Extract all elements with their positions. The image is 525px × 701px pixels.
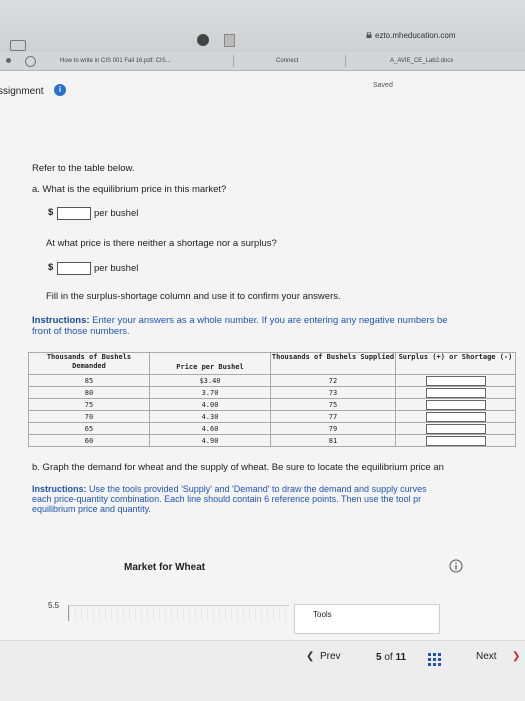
extension-icon[interactable] xyxy=(224,34,235,47)
graph-plot-area[interactable] xyxy=(68,605,289,621)
page-title: ssignment xyxy=(0,86,44,97)
address-bar-url[interactable]: ezto.mheducation.com xyxy=(375,31,456,40)
surplus-cell xyxy=(395,410,516,423)
part-b-instructions-line-2: each price-quantity combination. Each li… xyxy=(32,494,422,504)
table-row: 70 4.30 77 xyxy=(28,410,516,423)
demanded-cell: 80 xyxy=(28,386,150,399)
page-indicator[interactable]: 5 of 11 xyxy=(376,652,406,666)
demanded-cell: 75 xyxy=(28,398,150,411)
supplied-cell: 72 xyxy=(270,374,396,387)
surplus-cell xyxy=(395,398,516,411)
tab-lab2-docx[interactable]: A_AVIE_CE_Lab2.docx xyxy=(390,52,453,70)
demanded-cell: 60 xyxy=(28,434,150,447)
column-header-price: Price per Bushel xyxy=(149,352,271,375)
supply-demand-table: Thousands of Bushels Demanded Price per … xyxy=(28,352,516,447)
surplus-input[interactable] xyxy=(425,387,486,398)
graph-title: Market for Wheat xyxy=(124,562,206,573)
price-cell: $3.40 xyxy=(149,374,271,387)
surplus-cell xyxy=(395,422,516,435)
next-button[interactable]: Next ❯ xyxy=(476,650,522,666)
surplus-cell xyxy=(395,386,516,399)
instructions-label: Instructions: xyxy=(32,315,90,326)
instructions-text-cont: front of those numbers. xyxy=(32,326,130,337)
instructions-text: Enter your answers as a whole number. If… xyxy=(89,315,448,326)
equilibrium-price-input[interactable] xyxy=(57,207,91,220)
price-cell: 4.90 xyxy=(149,434,271,447)
y-axis-tick-label: 5.5 xyxy=(48,601,60,610)
tools-panel[interactable]: Tools xyxy=(294,604,440,634)
surplus-cell xyxy=(395,434,516,447)
demanded-cell: 85 xyxy=(28,374,150,387)
column-header-surplus: Surplus (+) or Shortage (-) xyxy=(395,352,516,375)
tab-connect[interactable]: Connect xyxy=(276,52,298,70)
tab-strip: How to write in CIS 001 Fall 16.pdf: CIS… xyxy=(0,52,525,71)
surplus-input[interactable] xyxy=(425,399,486,410)
surplus-input[interactable] xyxy=(425,423,486,434)
graph-info-icon[interactable] xyxy=(449,559,463,573)
prev-button[interactable]: ❮ Prev xyxy=(306,650,366,666)
supplied-cell: 77 xyxy=(270,410,396,423)
price-cell: 4.30 xyxy=(149,410,271,423)
instructions: Instructions: Enter your answers as a wh… xyxy=(32,315,525,337)
tab-divider xyxy=(345,55,346,67)
lock-icon xyxy=(366,32,372,38)
question-part-a: a. What is the equilibrium price in this… xyxy=(32,184,227,195)
tools-label: Tools xyxy=(313,610,332,619)
part-b-instructions-label: Instructions: xyxy=(32,484,87,494)
supplied-cell: 73 xyxy=(270,386,396,399)
surplus-input[interactable] xyxy=(425,375,486,386)
supplied-cell: 79 xyxy=(270,422,396,435)
table-row: 85 $3.40 72 xyxy=(28,374,516,387)
table-header-row: Thousands of Bushels Demanded Price per … xyxy=(28,352,516,375)
table-row: 80 3.70 73 xyxy=(28,386,516,399)
chevron-right-icon: ❯ xyxy=(512,651,521,662)
tab-divider xyxy=(233,55,234,67)
table-row: 65 4.60 79 xyxy=(28,422,516,435)
tab-cis-pdf[interactable]: How to write in CIS 001 Fall 16.pdf: CIS… xyxy=(60,52,171,70)
grammarly-icon[interactable] xyxy=(197,34,209,46)
question-intro: Refer to the table below. xyxy=(32,163,135,174)
currency-symbol: $ xyxy=(48,262,54,273)
mail-icon[interactable] xyxy=(10,40,26,51)
sub-question: At what price is there neither a shortag… xyxy=(46,238,277,249)
column-header-supplied: Thousands of Bushels Supplied xyxy=(270,352,396,375)
grid-icon[interactable] xyxy=(428,653,441,666)
price-cell: 4.60 xyxy=(149,422,271,435)
page-total: 11 xyxy=(395,652,407,663)
neither-price-input[interactable] xyxy=(57,262,91,275)
surplus-input[interactable] xyxy=(425,411,486,422)
browser-toolbar: ezto.mheducation.com xyxy=(0,0,525,53)
surplus-input[interactable] xyxy=(425,435,486,446)
part-b-instructions-line-1: Use the tools provided 'Supply' and 'Dem… xyxy=(86,484,427,494)
price-cell: 3.70 xyxy=(149,386,271,399)
fill-in-text: Fill in the surplus-shortage column and … xyxy=(46,291,341,302)
surplus-cell xyxy=(395,374,516,387)
price-cell: 4.00 xyxy=(149,398,271,411)
part-b-text: b. Graph the demand for wheat and the su… xyxy=(32,462,444,473)
unit-label: per bushel xyxy=(94,263,139,274)
next-label: Next xyxy=(476,651,497,662)
prev-label: Prev xyxy=(320,651,341,662)
close-icon[interactable] xyxy=(6,58,11,63)
supplied-cell: 81 xyxy=(270,434,396,447)
info-icon[interactable]: i xyxy=(54,84,66,96)
table-row: 60 4.90 81 xyxy=(28,434,516,447)
saved-status: Saved xyxy=(373,82,393,89)
navigation-bar xyxy=(0,640,525,701)
part-b-instructions-line-3: equilibrium price and quantity. xyxy=(32,504,151,514)
demanded-cell: 70 xyxy=(28,410,150,423)
part-b-instructions: Instructions: Use the tools provided 'Su… xyxy=(32,484,525,514)
unit-label: per bushel xyxy=(94,208,139,219)
page-current: 5 xyxy=(376,652,382,663)
column-header-demanded: Thousands of Bushels Demanded xyxy=(28,352,150,375)
chrome-icon xyxy=(25,56,36,67)
table-row: 75 4.00 75 xyxy=(28,398,516,411)
supplied-cell: 75 xyxy=(270,398,396,411)
currency-symbol: $ xyxy=(48,207,54,218)
demanded-cell: 65 xyxy=(28,422,150,435)
page-of: of xyxy=(384,652,393,663)
chevron-left-icon: ❮ xyxy=(306,651,315,662)
